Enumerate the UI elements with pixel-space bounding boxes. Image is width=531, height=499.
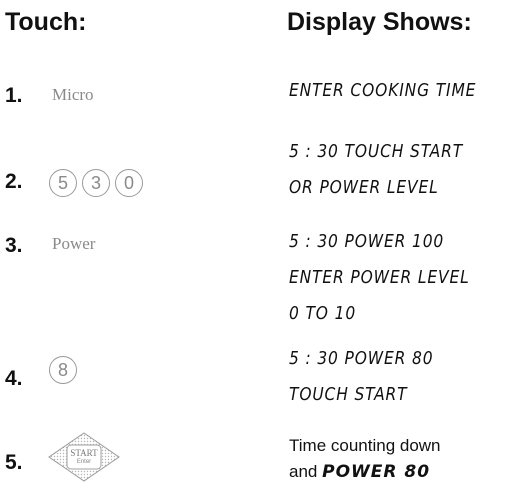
display-line: TOUCH START [289,384,408,405]
step-5-number: 5. [5,451,23,474]
digit-8-key[interactable]: 8 [49,356,77,384]
start-enter-key[interactable]: START Enter [47,431,121,488]
step-5-display: Time counting down and POWER 80 [289,433,441,485]
display-line: 0 TO 10 [289,303,357,324]
display-text-line: Time counting down [289,436,441,455]
display-line: 5 : 30 POWER 80 [289,348,434,369]
digit-0-key[interactable]: 0 [115,169,143,197]
display-lcd-inline: POWER 80 [322,462,431,482]
step-1-number: 1. [5,84,23,107]
step-2-number: 2. [5,170,23,193]
display-shows-header: Display Shows: [287,8,472,36]
digit-5-key[interactable]: 5 [49,169,77,197]
step-3-display: 5 : 30 POWER 100 ENTER POWER LEVEL 0 TO … [289,224,470,332]
touch-header: Touch: [5,8,87,36]
digit-3-key[interactable]: 3 [82,169,110,197]
step-4-display: 5 : 30 POWER 80 TOUCH START [289,341,433,413]
step-2-display: 5 : 30 TOUCH START OR POWER LEVEL [289,134,463,206]
step-3-number: 3. [5,234,23,257]
display-text-line-2: and POWER 80 [289,459,441,485]
display-text-prefix: and [289,462,318,481]
power-key[interactable]: Power [52,234,95,254]
display-line: OR POWER LEVEL [289,177,439,198]
display-line: 5 : 30 TOUCH START [289,141,464,162]
digit-keys: 5 3 0 [49,169,143,197]
step-1-display: ENTER COOKING TIME [289,73,476,109]
display-line: ENTER POWER LEVEL [289,267,470,288]
start-key-label: START [70,448,98,458]
display-line: ENTER COOKING TIME [289,80,477,101]
micro-key[interactable]: Micro [52,85,94,105]
display-line: 5 : 30 POWER 100 [289,231,445,252]
step-4-number: 4. [5,367,23,390]
digit-keys-step-4: 8 [49,356,77,384]
enter-key-label: Enter [76,459,92,465]
